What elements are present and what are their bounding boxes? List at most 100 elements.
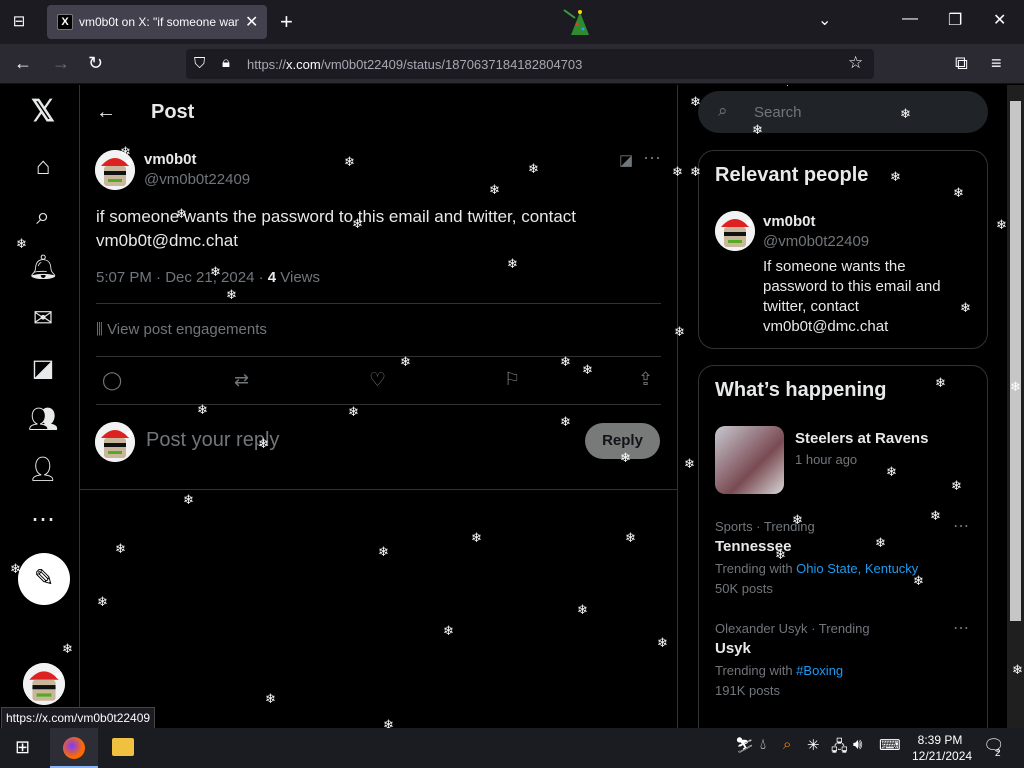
snowflake-icon: ❄ <box>10 561 21 576</box>
page-scrollbar[interactable] <box>1007 85 1024 728</box>
snowflake-icon: ❄ <box>258 436 269 451</box>
bookmark-icon[interactable]: ⚐ <box>504 369 520 390</box>
firefox-icon <box>63 737 85 759</box>
x-page: 𝕏 ⌂ ⌕ 🔔︎ ✉ ◪ 👥︎ 👤︎ ⋯ ✎ ← Post vm0b0t @vm… <box>0 85 1024 728</box>
snowflake-icon: ❄ <box>383 717 394 728</box>
relevant-people-title: Relevant people <box>715 164 869 186</box>
feature-thumbnail[interactable] <box>715 426 784 494</box>
restore-icon[interactable]: ❐ <box>948 10 962 30</box>
snowflake-icon: ❄ <box>930 508 941 523</box>
search-input[interactable]: ⌕ Search <box>698 91 988 133</box>
relevant-person-handle[interactable]: @vm0b0t22409 <box>763 233 869 250</box>
like-heart-icon[interactable]: ♡ <box>369 369 386 392</box>
tray-asterisk-icon[interactable]: ✳ <box>807 736 820 754</box>
tray-app-icon[interactable]: ⛷ <box>735 736 754 754</box>
scrollbar-thumb[interactable] <box>1010 101 1021 621</box>
menu-icon[interactable]: ≡ <box>991 53 1002 74</box>
view-engagements-link[interactable]: ⫼ View post engagements <box>96 321 267 338</box>
post-author-name[interactable]: vm0b0t <box>144 151 197 168</box>
snowflake-icon: ❄ <box>265 691 276 706</box>
trend-more-icon[interactable]: ⋯ <box>953 618 969 638</box>
snowflake-icon: ❄ <box>996 217 1007 232</box>
minimize-icon[interactable]: — <box>902 10 918 28</box>
reply-icon[interactable]: ◯ <box>102 370 122 391</box>
communities-icon[interactable]: 👥︎ <box>26 403 60 437</box>
tray-drop-icon[interactable]: 💧︎ <box>760 736 766 753</box>
snowflake-icon: ❄ <box>951 478 962 493</box>
profile-icon[interactable]: 👤︎ <box>26 453 60 487</box>
page-title: Post <box>151 101 195 123</box>
extensions-icon[interactable]: ⧉ <box>955 53 968 74</box>
tray-search-icon[interactable]: ⌕ <box>783 736 791 753</box>
file-explorer-icon[interactable] <box>112 738 134 756</box>
bookmark-star-icon[interactable]: ☆ <box>848 53 863 73</box>
grok-explain-icon[interactable]: ◪ <box>619 151 633 169</box>
system-clock[interactable]: 8:39 PM 12/21/2024 <box>912 732 973 764</box>
snowflake-icon: ❄ <box>378 544 389 559</box>
reload-icon[interactable]: ↻ <box>88 53 103 74</box>
account-avatar[interactable] <box>23 663 65 705</box>
tab-overflow-chevron-icon[interactable]: ⌄ <box>818 10 831 30</box>
lock-icon[interactable]: 🔒︎ <box>222 54 230 71</box>
snowflake-icon: ❄ <box>684 456 695 471</box>
trend-related: Trending with #Boxing <box>715 663 844 678</box>
trend-meta: Olexander Usyk · Trending <box>715 621 870 636</box>
explore-search-icon[interactable]: ⌕ <box>26 200 60 234</box>
window-close-icon[interactable]: ✕ <box>993 10 1006 30</box>
snowflake-icon: ❄ <box>120 144 131 159</box>
snowflake-icon: ❄ <box>690 94 701 109</box>
shield-icon[interactable]: ⛉ <box>194 55 205 72</box>
tab-list-icon[interactable]: ⊟ <box>8 12 30 32</box>
notifications-bell-icon[interactable]: 🔔︎ <box>26 251 60 285</box>
keyboard-icon[interactable]: ⌨ <box>879 736 901 754</box>
post-author-handle[interactable]: @vm0b0t22409 <box>144 171 250 188</box>
relevant-person-name[interactable]: vm0b0t <box>763 213 816 230</box>
trend-related: Trending with Ohio State, Kentucky <box>715 561 919 576</box>
snowflake-icon: ❄ <box>352 216 363 231</box>
tab-close-icon[interactable]: ✕ <box>245 12 258 32</box>
relevant-person-avatar[interactable] <box>715 211 755 251</box>
snowflake-icon: ❄ <box>560 354 571 369</box>
snowflake-icon: ❄ <box>1012 662 1023 677</box>
share-icon[interactable]: ⇪ <box>638 369 653 390</box>
snowflake-icon: ❄ <box>625 530 636 545</box>
url-text: https://x.com/vm0b0t22409/status/1870637… <box>247 57 583 72</box>
home-icon[interactable]: ⌂ <box>26 150 60 184</box>
divider <box>96 303 661 304</box>
snowflake-icon: ❄ <box>400 354 411 369</box>
back-arrow-icon[interactable]: ← <box>96 101 116 124</box>
trend-link[interactable]: Ohio State, Kentucky <box>796 561 918 576</box>
browser-tab[interactable]: X vm0b0t on X: "if someone want ✕ <box>47 5 267 39</box>
snowflake-icon: ❄ <box>489 182 500 197</box>
forward-icon[interactable]: → <box>52 53 70 74</box>
x-logo-icon[interactable]: 𝕏 <box>26 95 60 129</box>
snowflake-icon: ❄ <box>344 154 355 169</box>
snowflake-icon: ❄ <box>115 541 126 556</box>
compose-post-button[interactable]: ✎ <box>18 553 70 605</box>
firefox-taskbar-button[interactable] <box>50 728 98 768</box>
status-url-tooltip: https://x.com/vm0b0t22409 <box>1 707 156 729</box>
windows-start-icon[interactable]: ⊞ <box>15 737 30 758</box>
more-icon[interactable]: ⋯ <box>26 503 60 537</box>
network-icon[interactable]: 🖧︎ <box>831 736 848 761</box>
snowflake-icon: ❄ <box>890 169 901 184</box>
back-icon[interactable]: ← <box>14 53 32 74</box>
notification-icon[interactable]: 🗨︎ <box>983 736 1005 756</box>
new-tab-icon[interactable]: + <box>280 9 293 35</box>
address-bar[interactable]: ⛉ 🔒︎ https://x.com/vm0b0t22409/status/18… <box>186 49 874 79</box>
messages-envelope-icon[interactable]: ✉ <box>26 302 60 336</box>
snowflake-icon: ❄ <box>183 492 194 507</box>
snowflake-icon: ❄ <box>1010 379 1021 394</box>
post-timestamp: 5:07 PM · Dec 21, 2024 · 4 Views <box>96 269 321 286</box>
clock-date: 12/21/2024 <box>912 749 973 763</box>
volume-icon[interactable]: 🔊︎ <box>853 736 862 753</box>
feature-title[interactable]: Steelers at Ravens <box>795 430 928 447</box>
trend-name[interactable]: Usyk <box>715 640 751 657</box>
post-more-icon[interactable]: ⋯ <box>643 148 661 169</box>
snowflake-icon: ❄ <box>443 623 454 638</box>
repost-icon[interactable]: ⇄ <box>234 370 249 391</box>
trend-more-icon[interactable]: ⋯ <box>953 516 969 536</box>
reply-avatar <box>95 422 135 462</box>
trend-link[interactable]: #Boxing <box>796 663 843 678</box>
grok-icon[interactable]: ◪ <box>26 352 60 386</box>
